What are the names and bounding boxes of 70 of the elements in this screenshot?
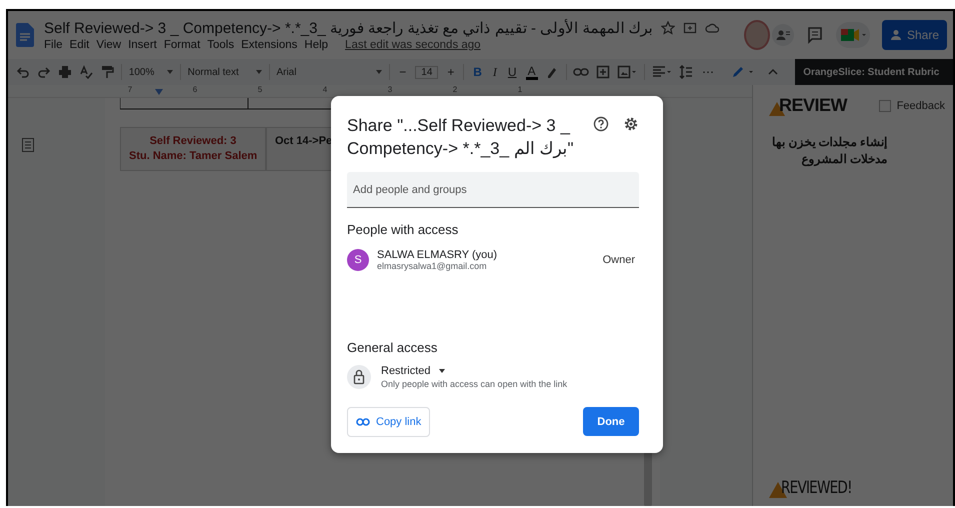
link-icon [356, 417, 370, 427]
person-email: elmasrysalwa1@gmail.com [377, 261, 488, 271]
menu-item[interactable]: Help [304, 39, 328, 51]
comment-icon[interactable] [806, 26, 824, 44]
add-people-field[interactable]: Add people and groups [347, 172, 639, 208]
bold-button[interactable]: B [471, 65, 484, 79]
feedback-checkbox[interactable] [878, 100, 891, 112]
share-button[interactable]: Share [882, 20, 947, 50]
ruler-number: 1 [516, 85, 524, 94]
help-icon[interactable] [593, 116, 609, 132]
folder-icon[interactable] [682, 21, 697, 35]
paint-format-icon[interactable] [100, 65, 114, 79]
document-title[interactable]: Self Reviewed-> 3 _ Competency-> *.*_3_ برك المهمة الأولى - تقييم ذاتي مع تغذية راجعة فورية [44, 19, 653, 37]
review-logo-text: REVIEW [779, 95, 848, 116]
copy-link-button[interactable]: Copy link [347, 407, 430, 437]
menu-item[interactable]: File [44, 39, 63, 51]
access-dropdown[interactable]: Restricted [381, 365, 568, 377]
video-call-icon[interactable] [836, 22, 870, 48]
person-icon [890, 29, 902, 41]
more-button[interactable]: ⋯ [700, 65, 718, 79]
ruler-number: 2 [452, 85, 458, 94]
font-dropdown[interactable]: Arial [276, 66, 382, 78]
docs-logo-icon [16, 23, 34, 47]
line-spacing-icon[interactable] [679, 65, 694, 79]
ruler-number: 5 [256, 85, 264, 94]
star-icon[interactable] [660, 21, 675, 35]
indent-marker-icon [155, 89, 163, 95]
last-edit-link[interactable]: Last edit was seconds ago [345, 39, 481, 51]
text-color-button[interactable]: A [526, 64, 538, 80]
image-icon[interactable] [617, 65, 638, 79]
person-role: Owner [602, 254, 635, 266]
table-cell: Self Reviewed: 3 Stu. Name: Tamer Salem [120, 127, 266, 171]
menu-item[interactable]: View [96, 39, 122, 51]
ruler-number: 3 [386, 85, 394, 94]
add-comment-icon[interactable] [596, 65, 610, 79]
person-name: SALWA ELMASRY (you) [377, 249, 498, 261]
increase-font-button[interactable]: + [445, 65, 456, 79]
menu-item[interactable]: Tools [207, 39, 234, 51]
general-access-heading: General access [347, 340, 438, 355]
spellcheck-icon[interactable] [79, 65, 93, 79]
ruler-number: 6 [192, 85, 198, 94]
menu-item[interactable]: Extensions [241, 39, 298, 51]
reviewed-logo-text: REVIEWED! [781, 478, 852, 498]
user-avatar [744, 20, 770, 50]
person-avatar: S [347, 249, 369, 271]
undo-icon[interactable] [16, 65, 30, 79]
done-button[interactable]: Done [583, 407, 639, 436]
sidebar-title: OrangeSlice: Student Rubric [803, 66, 940, 78]
lock-icon [347, 365, 371, 389]
font-size-field[interactable]: 14 [415, 66, 438, 78]
underline-button[interactable]: U [506, 65, 519, 79]
people-heading: People with access [347, 222, 460, 237]
add-person-icon[interactable] [772, 24, 794, 46]
ruler-number: 4 [322, 85, 328, 94]
menu-item[interactable]: Format [164, 39, 200, 51]
menu-item[interactable]: Insert [128, 39, 157, 51]
redo-icon[interactable] [37, 65, 51, 79]
feedback-label: Feedback [896, 100, 945, 112]
settings-icon[interactable] [623, 116, 639, 132]
outline-icon[interactable] [22, 138, 34, 152]
rubric-text: إنشاء مجلدات يخزن بها مدخلات المشروع [770, 134, 887, 168]
ruler-number: 7 [126, 85, 134, 94]
access-description: Only people with access can open with the link [381, 379, 568, 389]
align-icon[interactable] [652, 65, 672, 79]
italic-button[interactable]: I [490, 64, 499, 80]
zoom-dropdown[interactable]: 100% [128, 66, 173, 78]
menu-item[interactable]: Edit [70, 39, 90, 51]
cloud-icon[interactable] [704, 21, 719, 35]
style-dropdown[interactable]: Normal text [188, 66, 262, 78]
decrease-font-button[interactable]: − [397, 65, 408, 79]
